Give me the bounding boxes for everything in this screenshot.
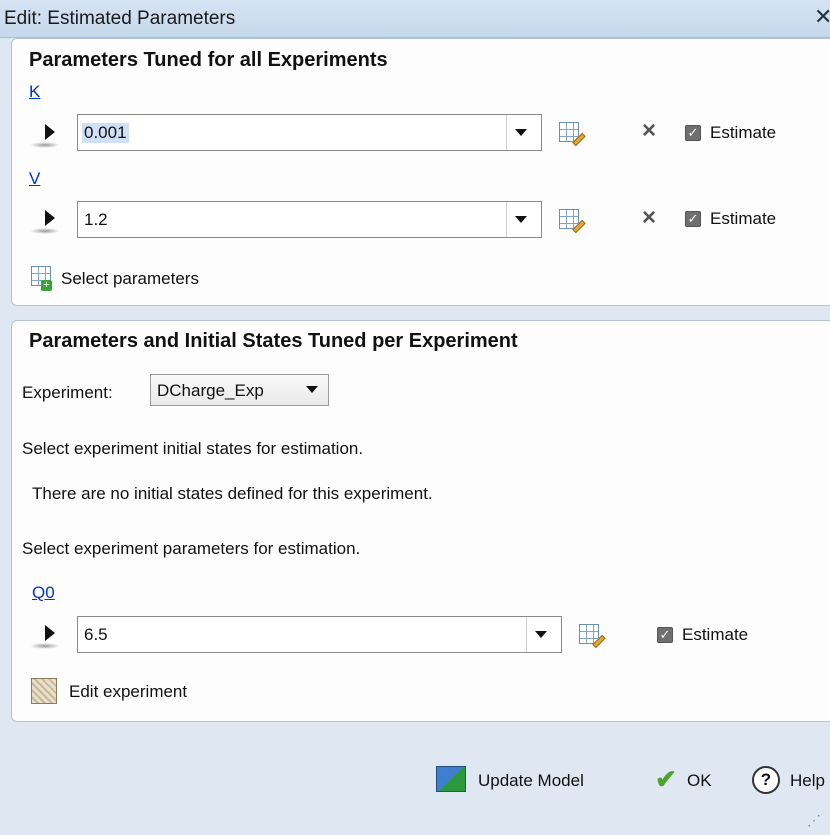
no-initial-states-message: There are no initial states defined for …	[32, 484, 433, 503]
estimate-label-v: Estimate	[710, 209, 777, 228]
green-check-icon: ✔	[655, 764, 677, 794]
param-link-q0[interactable]: Q0	[32, 583, 55, 603]
combo-separator	[506, 115, 507, 150]
param-link-k[interactable]: K	[29, 82, 40, 102]
combo-separator	[506, 202, 507, 237]
update-model-button[interactable]: Update Model	[436, 766, 616, 798]
resize-grip[interactable]: ⋰	[807, 810, 825, 828]
param-link-v[interactable]: V	[29, 169, 40, 189]
edit-experiment-icon	[31, 678, 57, 704]
expand-arrow-icon[interactable]	[45, 210, 55, 226]
chevron-down-icon[interactable]	[515, 216, 527, 223]
chevron-down-icon[interactable]	[515, 129, 527, 136]
expander-shadow	[30, 228, 60, 234]
chevron-down-icon[interactable]	[306, 386, 318, 393]
select-parameters-label: Select parameters	[61, 269, 199, 288]
update-model-label: Update Model	[478, 771, 584, 790]
experiment-value: DCharge_Exp	[157, 381, 264, 400]
update-model-icon	[436, 766, 466, 792]
ok-button[interactable]: ✔ OK	[655, 764, 725, 798]
expand-arrow-icon[interactable]	[45, 625, 55, 641]
expander-shadow	[30, 142, 60, 148]
param-k-combobox[interactable]: 0.001	[77, 114, 542, 151]
close-icon[interactable]: ✕	[814, 4, 830, 30]
title-bar: Edit: Estimated Parameters ✕	[0, 0, 830, 38]
expander-shadow	[30, 643, 60, 649]
param-q0-value[interactable]: 6.5	[84, 625, 108, 645]
estimate-checkbox-q0[interactable]: ✓	[657, 627, 673, 643]
ok-label: OK	[687, 771, 712, 790]
expand-arrow-icon[interactable]	[45, 124, 55, 140]
experiment-label: Experiment:	[22, 383, 113, 402]
experiment-params-prompt: Select experiment parameters for estimat…	[22, 539, 361, 558]
help-circle-icon: ?	[752, 766, 780, 794]
per-experiment-panel: Parameters and Initial States Tuned per …	[11, 320, 830, 722]
global-parameters-panel: Parameters Tuned for all Experiments K 0…	[11, 38, 830, 306]
combo-separator	[526, 617, 527, 652]
estimate-label-k: Estimate	[710, 123, 777, 142]
param-k-value[interactable]: 0.001	[82, 123, 129, 143]
initial-states-prompt: Select experiment initial states for est…	[22, 439, 364, 458]
window-title: Edit: Estimated Parameters	[4, 8, 236, 29]
help-button[interactable]: ? Help	[752, 764, 830, 798]
select-parameters-button[interactable]: + Select parameters	[31, 264, 331, 294]
edit-experiment-label: Edit experiment	[69, 682, 188, 701]
param-v-value[interactable]: 1.2	[84, 210, 108, 230]
experiment-dropdown[interactable]: DCharge_Exp	[150, 374, 329, 406]
chevron-down-icon[interactable]	[535, 631, 547, 638]
param-v-combobox[interactable]: 1.2	[77, 201, 542, 238]
edit-experiment-button[interactable]: Edit experiment	[31, 676, 251, 708]
delete-x-icon[interactable]: ×	[642, 117, 656, 145]
delete-x-icon[interactable]: ×	[642, 204, 656, 232]
help-label: Help	[790, 771, 825, 790]
param-q0-combobox[interactable]: 6.5	[77, 616, 562, 653]
estimate-label-q0: Estimate	[682, 625, 749, 644]
resize-grip-icon: ⋰	[807, 812, 821, 828]
estimate-checkbox-v[interactable]: ✓	[685, 211, 701, 227]
plus-icon: +	[41, 280, 52, 291]
section-title: Parameters Tuned for all Experiments	[29, 49, 388, 71]
section-title: Parameters and Initial States Tuned per …	[29, 330, 518, 352]
estimate-checkbox-k[interactable]: ✓	[685, 125, 701, 141]
